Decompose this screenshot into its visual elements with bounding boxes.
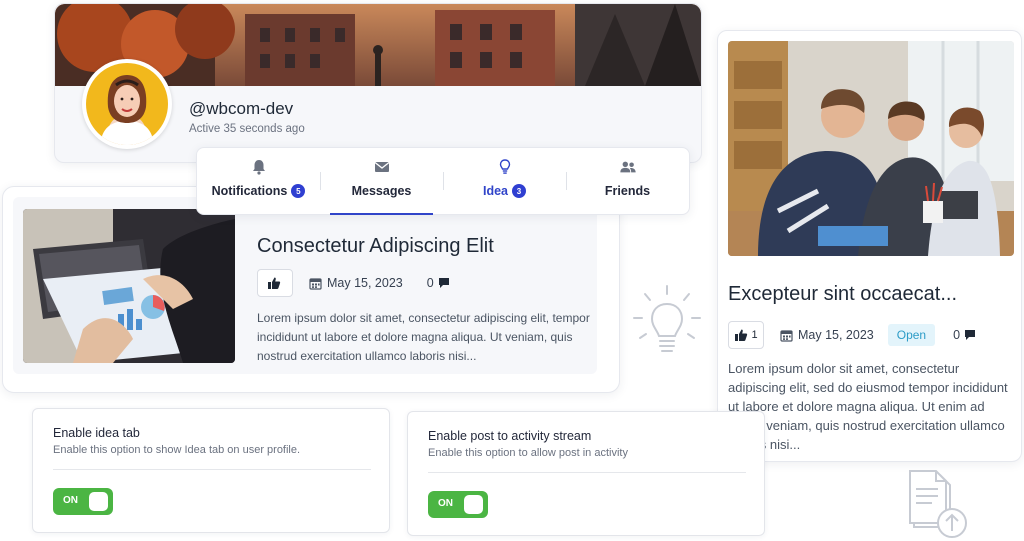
profile-username: @wbcom-dev <box>189 99 294 118</box>
divider <box>428 472 746 473</box>
idea-post-card: Consectetur Adipiscing Elit May 15, 2023… <box>2 186 620 393</box>
setting-description: Enable this option to allow post in acti… <box>428 447 628 459</box>
post-thumbnail[interactable] <box>728 41 1014 256</box>
bell-icon <box>252 160 265 175</box>
toggle-label: ON <box>438 498 453 509</box>
comment-count-value: 0 <box>953 328 961 342</box>
post-excerpt: Lorem ipsum dolor sit amet, consectetur … <box>728 361 1008 452</box>
lightbulb-icon <box>499 159 510 174</box>
post-date: May 15, 2023 <box>309 276 403 290</box>
like-button[interactable]: 1 <box>728 321 764 349</box>
lightbulb-icon <box>633 285 701 352</box>
setting-title: Enable post to activity stream <box>428 429 592 443</box>
toggle-label: ON <box>63 495 78 506</box>
envelope-icon <box>374 161 389 172</box>
profile-card: @wbcom-dev Active 35 seconds ago <box>54 3 702 163</box>
post-thumbnail[interactable] <box>23 209 235 363</box>
post-date-text: May 15, 2023 <box>798 328 874 342</box>
tab-label: Idea <box>482 184 508 198</box>
post-content: Consectetur Adipiscing Elit May 15, 2023… <box>13 197 597 374</box>
comment-icon <box>438 278 449 288</box>
tab-label: Notifications <box>211 184 288 198</box>
comment-icon <box>965 330 976 340</box>
calendar-icon <box>309 277 322 290</box>
avatar[interactable] <box>82 59 172 149</box>
idea-post-card-featured: Excepteur sint occaecat... 1 May 15, 202… <box>717 30 1022 462</box>
users-icon <box>619 161 636 173</box>
post-meta: May 15, 2023 0 <box>257 269 450 297</box>
comment-count[interactable]: 0 <box>953 328 976 342</box>
comment-count-value: 0 <box>426 276 434 290</box>
comment-count[interactable]: 0 <box>427 276 450 290</box>
thumbs-up-icon <box>735 329 748 341</box>
divider <box>53 469 371 470</box>
post-date-text: May 15, 2023 <box>327 276 403 290</box>
idea-count-badge: 3 <box>512 184 526 198</box>
toggle-knob <box>464 495 483 514</box>
post-title[interactable]: Consectetur Adipiscing Elit <box>257 235 494 258</box>
tab-friends[interactable]: Friends <box>566 148 689 214</box>
post-meta: 1 May 15, 2023 Open 0 <box>728 321 976 349</box>
profile-tab-bar: Notifications 5 Messages Idea 3 Friends <box>196 147 690 215</box>
calendar-icon <box>780 329 793 342</box>
last-active-status: Active 35 seconds ago <box>189 123 305 135</box>
tab-label: Friends <box>604 184 651 198</box>
activity-stream-toggle[interactable]: ON <box>428 491 488 518</box>
tab-notifications[interactable]: Notifications 5 <box>197 148 320 214</box>
toggle-knob <box>89 492 108 511</box>
post-title[interactable]: Excepteur sint occaecat... <box>728 283 957 306</box>
setting-enable-idea-tab: Enable idea tab Enable this option to sh… <box>32 408 390 533</box>
idea-tab-toggle[interactable]: ON <box>53 488 113 515</box>
tab-label: Messages <box>351 184 412 198</box>
status-badge: Open <box>887 324 936 346</box>
notification-count-badge: 5 <box>291 184 306 198</box>
tab-idea[interactable]: Idea 3 <box>443 148 566 214</box>
setting-description: Enable this option to show Idea tab on u… <box>53 444 301 456</box>
tab-messages[interactable]: Messages <box>320 148 443 215</box>
like-count: 1 <box>751 329 758 341</box>
post-date: May 15, 2023 <box>780 328 874 342</box>
setting-title: Enable idea tab <box>53 426 140 440</box>
thumbs-up-icon <box>267 277 280 289</box>
like-button[interactable] <box>257 269 293 297</box>
post-excerpt: Lorem ipsum dolor sit amet, consectetur … <box>257 311 590 363</box>
document-upload-icon <box>909 470 967 538</box>
setting-enable-activity-stream: Enable post to activity stream Enable th… <box>407 411 765 536</box>
